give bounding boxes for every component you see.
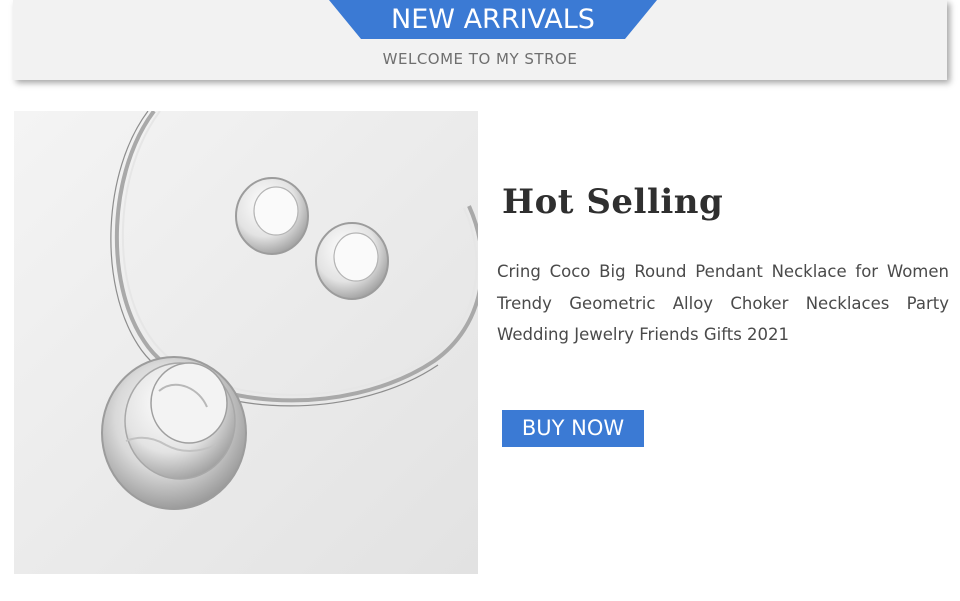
new-arrivals-banner: NEW ARRIVALS WELCOME TO MY STROE xyxy=(13,0,947,80)
ribbon: NEW ARRIVALS xyxy=(329,0,657,39)
section-title: Hot Selling xyxy=(502,182,724,222)
necklace-earrings-photo-icon xyxy=(14,111,478,574)
banner-subtitle: WELCOME TO MY STROE xyxy=(382,50,578,68)
product-description: Cring Coco Big Round Pendant Necklace fo… xyxy=(497,262,949,344)
product-image[interactable] xyxy=(14,111,478,574)
buy-now-button[interactable]: BUY NOW xyxy=(502,410,644,447)
banner-title: NEW ARRIVALS xyxy=(391,4,595,35)
